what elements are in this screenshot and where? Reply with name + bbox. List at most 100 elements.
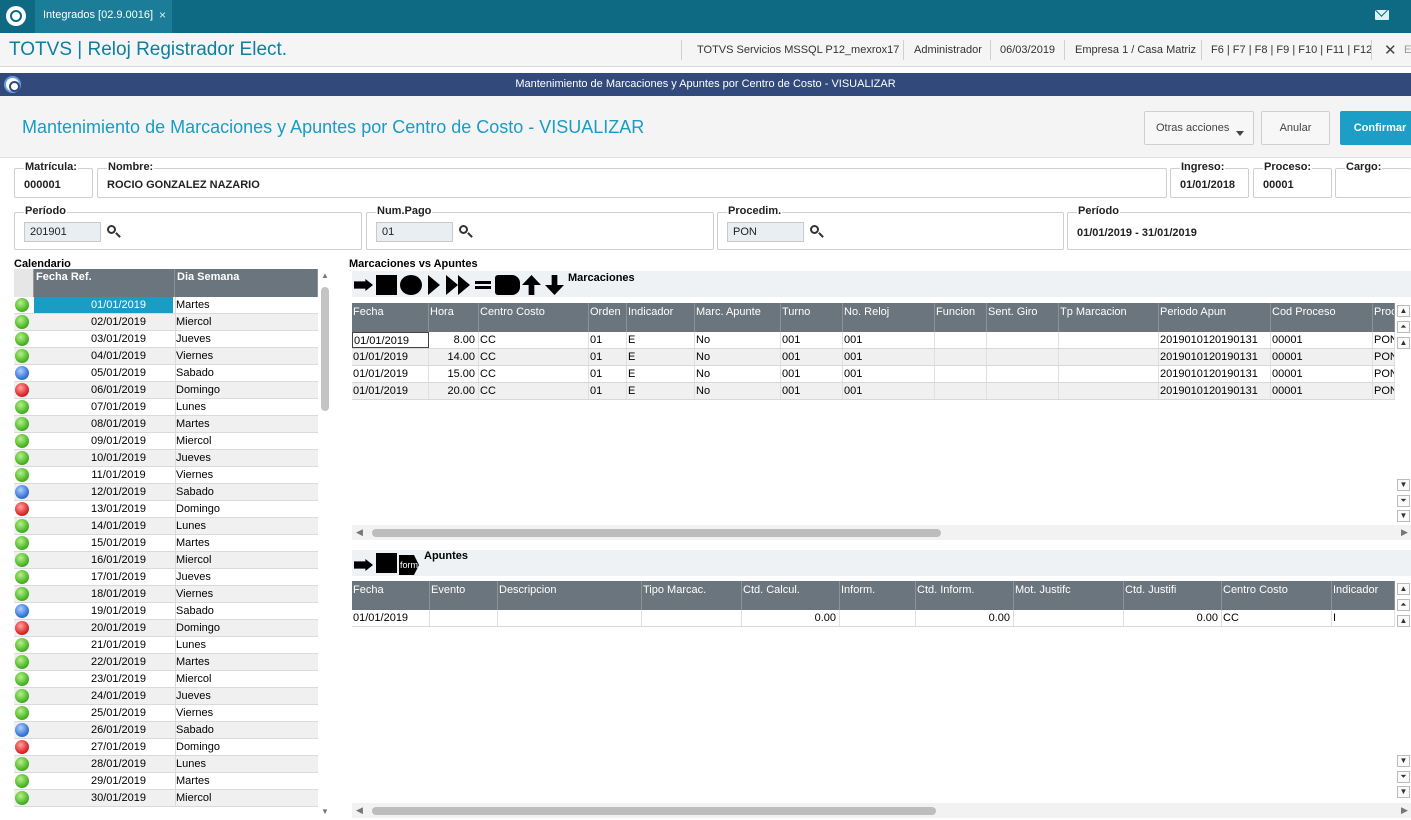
- periodo-input[interactable]: 201901: [24, 222, 101, 242]
- table-cell[interactable]: [987, 366, 1059, 382]
- calendar-row[interactable]: 10/01/2019 Jueves: [14, 450, 318, 467]
- scroll-page-up-icon[interactable]: ⏶: [1397, 321, 1410, 333]
- table-row[interactable]: 01/01/2019 14.00 CC 01 E No 001 001 201901012019…: [352, 349, 1395, 366]
- scroll-bottom-icon[interactable]: ▼: [1397, 510, 1410, 522]
- table-cell[interactable]: [1059, 383, 1159, 399]
- apuntes-col-header[interactable]: Centro Costo: [1222, 581, 1332, 610]
- calendar-row[interactable]: 12/01/2019 Sabado: [14, 484, 318, 501]
- scroll-thumb[interactable]: [321, 287, 329, 411]
- marcaciones-col-header[interactable]: Marc. Apunte: [695, 303, 781, 332]
- table-cell[interactable]: 2019010120190131: [1159, 332, 1271, 348]
- table-cell[interactable]: 001: [843, 349, 935, 365]
- calendar-row[interactable]: 04/01/2019 Viernes: [14, 348, 318, 365]
- mail-icon[interactable]: [1375, 10, 1389, 20]
- calendar-row[interactable]: 25/01/2019 Viernes: [14, 705, 318, 722]
- totvs-logo-icon[interactable]: [6, 6, 26, 26]
- record-icon[interactable]: [400, 275, 422, 295]
- scroll-thumb[interactable]: [372, 807, 936, 815]
- calendar-col-fecha[interactable]: Fecha Ref.: [34, 269, 175, 297]
- marcaciones-col-header[interactable]: Orden: [589, 303, 627, 332]
- marcaciones-col-header[interactable]: Hora: [429, 303, 479, 332]
- procedim-input[interactable]: PON: [727, 222, 804, 242]
- table-row[interactable]: 01/01/2019 15.00 CC 01 E No 001 001 201901012019…: [352, 366, 1395, 383]
- table-cell[interactable]: 2019010120190131: [1159, 383, 1271, 399]
- apuntes-col-header[interactable]: Indicador: [1332, 581, 1395, 610]
- cancel-button[interactable]: Anular: [1261, 111, 1330, 145]
- table-cell[interactable]: E: [627, 332, 695, 348]
- table-cell[interactable]: [987, 383, 1059, 399]
- scroll-down-icon[interactable]: ▼: [1397, 479, 1410, 491]
- table-cell[interactable]: 01/01/2019: [352, 366, 429, 382]
- table-cell[interactable]: 00001: [1271, 366, 1373, 382]
- table-cell[interactable]: [1014, 610, 1124, 626]
- table-cell[interactable]: E: [627, 366, 695, 382]
- apuntes-vscroll[interactable]: ▲ ⏶ ▲ ▼ ⏷ ▼: [1396, 581, 1411, 801]
- table-row[interactable]: 01/01/2019 8.00 CC 01 E No 001 001 2019010120190…: [352, 332, 1395, 349]
- calendar-row[interactable]: 28/01/2019 Lunes: [14, 756, 318, 773]
- calendar-row[interactable]: 16/01/2019 Miercol: [14, 552, 318, 569]
- arrow-up-icon[interactable]: [522, 275, 541, 295]
- tab-close-icon[interactable]: ×: [159, 0, 166, 30]
- scroll-thumb[interactable]: [372, 529, 941, 537]
- table-cell[interactable]: [987, 332, 1059, 348]
- scroll-top-icon[interactable]: ▲: [1397, 583, 1410, 595]
- table-cell[interactable]: [935, 383, 987, 399]
- calendar-row[interactable]: 17/01/2019 Jueves: [14, 569, 318, 586]
- calendar-col-dia[interactable]: Dia Semana: [175, 269, 318, 297]
- calendar-row[interactable]: 18/01/2019 Viernes: [14, 586, 318, 603]
- next-icon[interactable]: [428, 275, 440, 295]
- table-cell[interactable]: 001: [781, 366, 843, 382]
- table-cell[interactable]: 00001: [1271, 332, 1373, 348]
- calendar-row[interactable]: 13/01/2019 Domingo: [14, 501, 318, 518]
- scroll-page-up-icon[interactable]: ⏶: [1397, 599, 1410, 611]
- apuntes-col-header[interactable]: Fecha: [352, 581, 430, 610]
- calendar-row[interactable]: 05/01/2019 Sabado: [14, 365, 318, 382]
- table-cell[interactable]: 001: [781, 349, 843, 365]
- calendar-row[interactable]: 03/01/2019 Jueves: [14, 331, 318, 348]
- table-cell[interactable]: [935, 332, 987, 348]
- table-cell[interactable]: 01: [589, 383, 627, 399]
- table-cell[interactable]: 01: [589, 332, 627, 348]
- goto-icon[interactable]: [354, 279, 373, 291]
- arrow-down-icon[interactable]: [545, 275, 564, 295]
- table-cell[interactable]: I: [1332, 610, 1395, 626]
- calendar-row[interactable]: 27/01/2019 Domingo: [14, 739, 318, 756]
- table-cell[interactable]: [840, 610, 916, 626]
- calendar-row[interactable]: 09/01/2019 Miercol: [14, 433, 318, 450]
- table-cell[interactable]: 001: [781, 332, 843, 348]
- apuntes-col-header[interactable]: Ctd. Calcul.: [742, 581, 840, 610]
- confirm-button[interactable]: Confirmar: [1340, 111, 1411, 145]
- table-cell[interactable]: PON: [1373, 366, 1395, 382]
- table-cell[interactable]: E: [627, 349, 695, 365]
- search-icon[interactable]: [459, 225, 468, 234]
- calendar-scrollbar[interactable]: ▲ ▼: [318, 269, 332, 820]
- calendar-row[interactable]: 22/01/2019 Martes: [14, 654, 318, 671]
- table-cell[interactable]: 15.00: [429, 366, 479, 382]
- apuntes-col-header[interactable]: Tipo Marcac.: [642, 581, 742, 610]
- table-cell[interactable]: [430, 610, 498, 626]
- table-cell[interactable]: CC: [479, 383, 589, 399]
- calendar-row[interactable]: 15/01/2019 Martes: [14, 535, 318, 552]
- calendar-row[interactable]: 08/01/2019 Martes: [14, 416, 318, 433]
- table-cell[interactable]: 01: [589, 366, 627, 382]
- table-cell[interactable]: [1059, 332, 1159, 348]
- goto-icon[interactable]: [354, 559, 373, 571]
- table-cell[interactable]: 00001: [1271, 349, 1373, 365]
- equal-icon[interactable]: [475, 281, 491, 289]
- table-cell[interactable]: CC: [479, 332, 589, 348]
- apuntes-col-header[interactable]: Ctd. Inform.: [916, 581, 1014, 610]
- scroll-up-icon[interactable]: ▲: [1397, 337, 1410, 349]
- table-cell[interactable]: 01: [589, 349, 627, 365]
- scroll-right-icon[interactable]: ▶: [1401, 805, 1408, 816]
- table-row[interactable]: 01/01/2019 20.00 CC 01 E No 001 001 201901012019…: [352, 383, 1395, 400]
- table-cell[interactable]: No: [695, 366, 781, 382]
- marcaciones-col-header[interactable]: No. Reloj: [843, 303, 935, 332]
- table-cell[interactable]: CC: [479, 349, 589, 365]
- marcaciones-col-header[interactable]: Cod Proceso: [1271, 303, 1373, 332]
- table-cell[interactable]: No: [695, 383, 781, 399]
- table-cell[interactable]: CC: [1222, 610, 1332, 626]
- marcaciones-hscroll[interactable]: ◀ ▶: [352, 525, 1411, 540]
- close-icon[interactable]: ✕: [1384, 41, 1397, 59]
- table-cell[interactable]: 001: [781, 383, 843, 399]
- new-icon[interactable]: [376, 275, 397, 295]
